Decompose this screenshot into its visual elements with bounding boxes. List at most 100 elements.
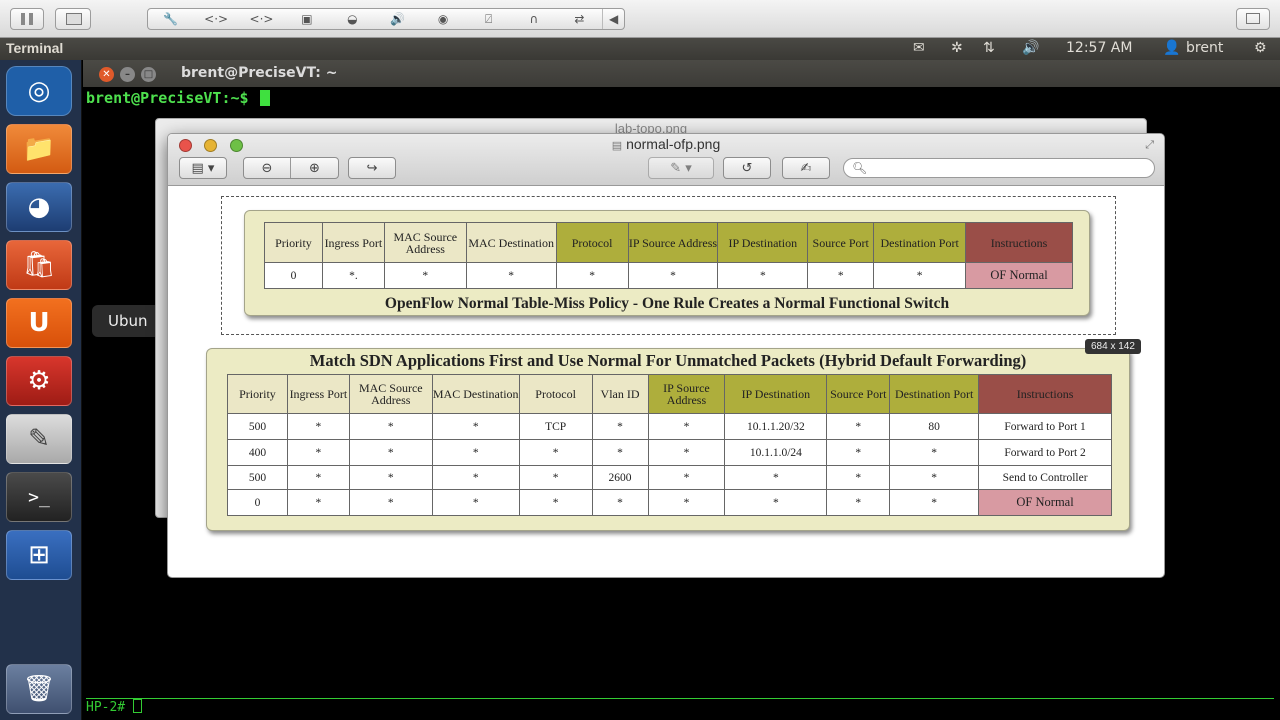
table-row: 0 * * * * * * * * * OF Normal bbox=[227, 489, 1112, 516]
bluetooth-icon[interactable]: ✲ bbox=[951, 40, 963, 56]
window-title: ▤ normal-ofp.png bbox=[168, 136, 1164, 152]
maximize-icon[interactable]: □ bbox=[141, 67, 156, 82]
share-button[interactable]: ↪ bbox=[348, 157, 396, 179]
header-cell: MAC Destination bbox=[431, 374, 520, 414]
header-cell: Source Port bbox=[826, 374, 891, 414]
pen-icon: ✎ ▾ bbox=[670, 160, 692, 176]
sidebar-view-button[interactable]: ▤ ▾ bbox=[179, 157, 227, 179]
text-cursor bbox=[259, 90, 270, 106]
table-cell: * bbox=[889, 489, 980, 516]
table-cell: * bbox=[286, 489, 350, 516]
header-cell: Protocol bbox=[555, 222, 629, 263]
preview-window-normal-ofp[interactable]: ▤ normal-ofp.png ⤢ ▤ ▾ ⊖ ⊕ ↪ ✎ ▾ ↺ ✍ 🔍︎ … bbox=[167, 133, 1165, 578]
user-icon[interactable]: 👤 bbox=[1163, 40, 1180, 56]
table-cell: * bbox=[431, 413, 520, 440]
network-icon[interactable]: <·> bbox=[193, 9, 238, 29]
rotate-icon: ↺ bbox=[741, 160, 753, 176]
speaker-icon[interactable]: 🔊 bbox=[375, 9, 420, 29]
terminal-prompt-line[interactable]: brent@PreciseVT:~$ bbox=[86, 89, 270, 107]
table-cell: * bbox=[647, 489, 726, 516]
restore-window-icon[interactable] bbox=[1236, 8, 1270, 30]
table-cell: * bbox=[518, 465, 593, 490]
markup-button[interactable]: ✎ ▾ bbox=[648, 157, 714, 179]
table-cell: *. bbox=[321, 262, 385, 289]
table-cell: * bbox=[348, 465, 433, 490]
search-input[interactable]: 🔍︎ bbox=[843, 158, 1155, 178]
text-cursor bbox=[132, 699, 142, 713]
header-cell: MAC Source Address bbox=[348, 374, 433, 414]
files-folder-icon[interactable]: 📁 bbox=[6, 124, 72, 174]
table-cell: * bbox=[348, 489, 433, 516]
table-cell: * bbox=[647, 439, 726, 466]
zoom-out-icon[interactable]: ⊖ bbox=[244, 158, 292, 178]
close-icon[interactable]: ✕ bbox=[99, 67, 114, 82]
network-arrows-icon[interactable]: ⇅ bbox=[983, 40, 995, 56]
table-header-row: Priority Ingress Port MAC Source Address… bbox=[264, 222, 1073, 263]
ubuntu-one-icon[interactable]: U bbox=[6, 298, 72, 348]
terminal-icon[interactable]: >_ bbox=[6, 472, 72, 522]
text-editor-icon[interactable]: ✎ bbox=[6, 414, 72, 464]
snapshot-icon[interactable] bbox=[55, 8, 91, 30]
minimize-icon[interactable]: – bbox=[120, 67, 135, 82]
table-miss-table: Priority Ingress Port MAC Source Address… bbox=[264, 222, 1073, 289]
usb-icon[interactable]: ⍁ bbox=[466, 9, 511, 29]
zoom-in-icon[interactable]: ⊕ bbox=[291, 158, 338, 178]
table-cell: * bbox=[591, 489, 649, 516]
top-panel: Terminal ✉ ✲ ⇅ 🔊 12:57 AM 👤 brent ⚙ bbox=[0, 38, 1280, 60]
table-cell: 10.1.1.20/32 bbox=[724, 413, 828, 440]
table-cell: * bbox=[826, 465, 891, 490]
user-name[interactable]: brent bbox=[1186, 40, 1223, 56]
document-icon: ▤ bbox=[611, 140, 623, 152]
pause-icon[interactable] bbox=[10, 8, 44, 30]
firefox-icon[interactable]: ◕ bbox=[6, 182, 72, 232]
table-cell: 0 bbox=[227, 489, 288, 516]
network-icon[interactable]: <·> bbox=[239, 9, 284, 29]
table-cell: * bbox=[807, 262, 875, 289]
table-cell: * bbox=[286, 465, 350, 490]
table-row: 500 * * * * 2600 * * * * Send to Control… bbox=[227, 465, 1112, 490]
header-cell: Destination Port bbox=[873, 222, 967, 263]
mail-icon[interactable]: ✉ bbox=[913, 40, 925, 56]
table-cell: * bbox=[591, 413, 649, 440]
share-icon[interactable]: ⇄ bbox=[557, 9, 602, 29]
header-cell: Vlan ID bbox=[591, 374, 649, 414]
table-cell: * bbox=[873, 262, 967, 289]
terminal-bottom-line[interactable]: HP-2# bbox=[86, 698, 1274, 718]
software-center-icon[interactable]: 🛍 bbox=[6, 240, 72, 290]
table-cell: * bbox=[717, 262, 809, 289]
headset-icon[interactable]: ∩ bbox=[511, 9, 556, 29]
table-miss-panel: Priority Ingress Port MAC Source Address… bbox=[244, 210, 1090, 316]
cd-icon[interactable]: ◉ bbox=[420, 9, 465, 29]
table-cell: * bbox=[826, 489, 891, 516]
header-cell: Priority bbox=[264, 222, 323, 263]
table-cell: * bbox=[518, 489, 593, 516]
active-app-name: Terminal bbox=[6, 40, 64, 56]
gear-icon[interactable]: ⚙ bbox=[1254, 40, 1267, 56]
table-cell: TCP bbox=[518, 413, 593, 440]
ubuntu-logo-icon[interactable]: ◎ bbox=[6, 66, 72, 116]
share-icon: ↪ bbox=[366, 160, 378, 176]
hybrid-forwarding-title: Match SDN Applications First and Use Nor… bbox=[309, 351, 1027, 370]
workspace-switcher-icon[interactable]: ⊞ bbox=[6, 530, 72, 580]
table-cell: * bbox=[889, 439, 980, 466]
volume-icon[interactable]: 🔊 bbox=[1022, 40, 1039, 56]
table-cell: * bbox=[286, 439, 350, 466]
header-cell: MAC Source Address bbox=[383, 222, 467, 263]
preview-toolbar: ▤ normal-ofp.png ⤢ ▤ ▾ ⊖ ⊕ ↪ ✎ ▾ ↺ ✍ 🔍︎ bbox=[168, 134, 1164, 186]
collapse-arrow-icon[interactable]: ◀ bbox=[602, 9, 624, 29]
clock[interactable]: 12:57 AM bbox=[1066, 40, 1132, 56]
table-cell: * bbox=[555, 262, 629, 289]
disk-icon[interactable]: ▣ bbox=[284, 9, 329, 29]
wrench-icon[interactable]: 🔧 bbox=[148, 9, 193, 29]
rotate-button[interactable]: ↺ bbox=[723, 157, 771, 179]
search-icon: 🔍︎ bbox=[852, 161, 868, 175]
camera-icon[interactable]: ◒ bbox=[330, 9, 375, 29]
header-cell: Ingress Port bbox=[286, 374, 350, 414]
edit-toolbar-button[interactable]: ✍ bbox=[782, 157, 830, 179]
header-cell: IP Source Address bbox=[627, 222, 719, 263]
trash-icon[interactable]: 🗑 bbox=[6, 664, 72, 714]
table-cell: * bbox=[647, 465, 726, 490]
header-cell: Instructions bbox=[978, 374, 1112, 414]
fullscreen-icon[interactable]: ⤢ bbox=[1145, 138, 1154, 152]
system-settings-icon[interactable]: ⚙ bbox=[6, 356, 72, 406]
